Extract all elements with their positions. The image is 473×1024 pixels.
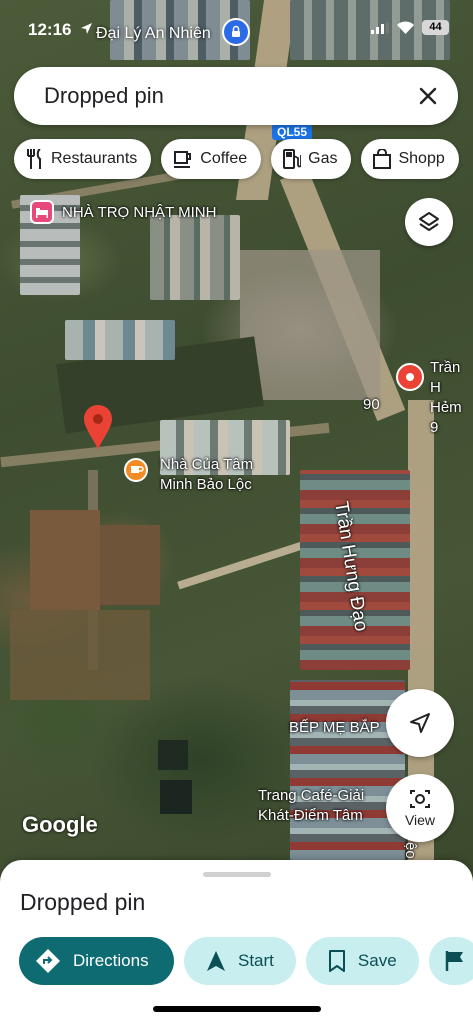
save-button[interactable]: Save — [305, 937, 419, 985]
pond — [158, 740, 188, 770]
flag-icon — [445, 951, 463, 971]
location-arrow-icon — [81, 23, 92, 34]
brown-field — [30, 510, 100, 610]
restaurant-label[interactable]: BẾP MẸ BẮP — [289, 718, 380, 738]
my-location-button[interactable] — [386, 689, 454, 757]
buildings-north — [150, 215, 240, 300]
battery-indicator: 44 — [422, 20, 449, 35]
directions-icon — [36, 949, 60, 973]
lock-icon — [222, 18, 250, 46]
fork-knife-icon — [27, 149, 41, 169]
category-chips: Restaurants Coffee Gas Shopp — [14, 139, 459, 179]
edge-street-label: ệo — [402, 842, 419, 859]
flag-button[interactable] — [428, 937, 473, 985]
status-location-text: Đại Lý An Nhiên — [96, 25, 211, 42]
place-right-label-line1: Trần H — [430, 359, 461, 396]
buildings-east-2 — [290, 680, 405, 860]
hotel-label[interactable]: NHÀ TRỌ NHẬT MINH — [62, 203, 216, 223]
chip-coffee-label: Coffee — [200, 150, 248, 167]
signal-icon — [371, 21, 389, 34]
cafe2-label-line1: Trang Café-Giải — [258, 787, 365, 804]
bookmark-icon — [328, 950, 345, 972]
chip-gas-label: Gas — [308, 150, 338, 167]
place-right-label-line2: Hẻm 9 — [430, 399, 462, 436]
brown-field-2 — [100, 525, 160, 605]
wifi-icon — [397, 21, 414, 34]
cafe2-label[interactable]: Trang Café-Giải Khát-Điểm Tâm — [258, 786, 364, 826]
gas-pump-icon — [283, 149, 302, 169]
hotel-pin-icon[interactable] — [30, 200, 54, 224]
search-input[interactable]: Dropped pin — [44, 83, 164, 109]
sheet-drag-handle[interactable] — [203, 872, 271, 877]
navigation-arrow-icon — [207, 951, 225, 971]
alley-number-label: 90 — [363, 396, 380, 413]
chip-shopping-label: Shopp — [398, 150, 445, 167]
dropped-pin-icon — [84, 405, 112, 451]
layers-icon — [419, 212, 439, 231]
status-icons: 44 — [371, 20, 449, 35]
google-logo: Google — [22, 812, 98, 837]
directions-label: Directions — [73, 951, 149, 970]
view-label: View — [404, 812, 436, 828]
layers-button[interactable] — [405, 198, 453, 246]
cafe-label-line2: Minh Bảo Lộc — [160, 476, 252, 493]
chip-restaurants-label: Restaurants — [51, 150, 138, 167]
start-button[interactable]: Start — [184, 937, 296, 985]
status-time: 12:16 — [28, 20, 72, 39]
chip-shopping[interactable]: Shopp — [361, 139, 459, 179]
save-label: Save — [357, 951, 397, 970]
cafe2-label-line2: Khát-Điểm Tâm — [258, 807, 363, 824]
shopping-bag-icon — [373, 149, 392, 169]
status-bar: 12:16 Đại Lý An Nhiên 44 — [0, 0, 473, 60]
navigation-arrow-icon — [410, 713, 430, 733]
chip-coffee[interactable]: Coffee — [161, 139, 262, 179]
close-icon[interactable] — [416, 84, 440, 108]
coffee-cup-icon — [174, 151, 192, 168]
place-pin-icon[interactable] — [396, 363, 424, 391]
pond-2 — [160, 780, 192, 814]
cafe-pin-icon[interactable] — [124, 458, 148, 482]
field-south — [10, 610, 150, 700]
camera-view-icon — [410, 790, 430, 808]
home-indicator — [153, 1006, 321, 1012]
chip-restaurants[interactable]: Restaurants — [14, 139, 152, 179]
bottom-sheet[interactable]: Dropped pin Directions Start Save — [0, 860, 473, 1024]
place-right-label[interactable]: Trần H Hẻm 9 — [430, 358, 473, 438]
sheet-title: Dropped pin — [20, 889, 146, 915]
bare-lot — [240, 250, 380, 400]
chip-gas[interactable]: Gas — [271, 139, 352, 179]
search-bar[interactable]: Dropped pin — [14, 67, 458, 125]
action-buttons: Directions Start Save — [19, 937, 473, 985]
side-road-middle — [177, 538, 313, 590]
cafe-label[interactable]: Nhà Của Tâm Minh Bảo Lộc — [160, 455, 253, 495]
cafe-label-line1: Nhà Của Tâm — [160, 456, 254, 473]
start-label: Start — [238, 951, 274, 970]
directions-button[interactable]: Directions — [19, 937, 174, 985]
buildings-mid — [65, 320, 175, 360]
road-shield-ql55: QL55 — [272, 124, 313, 140]
street-view-button[interactable]: View — [386, 774, 454, 842]
